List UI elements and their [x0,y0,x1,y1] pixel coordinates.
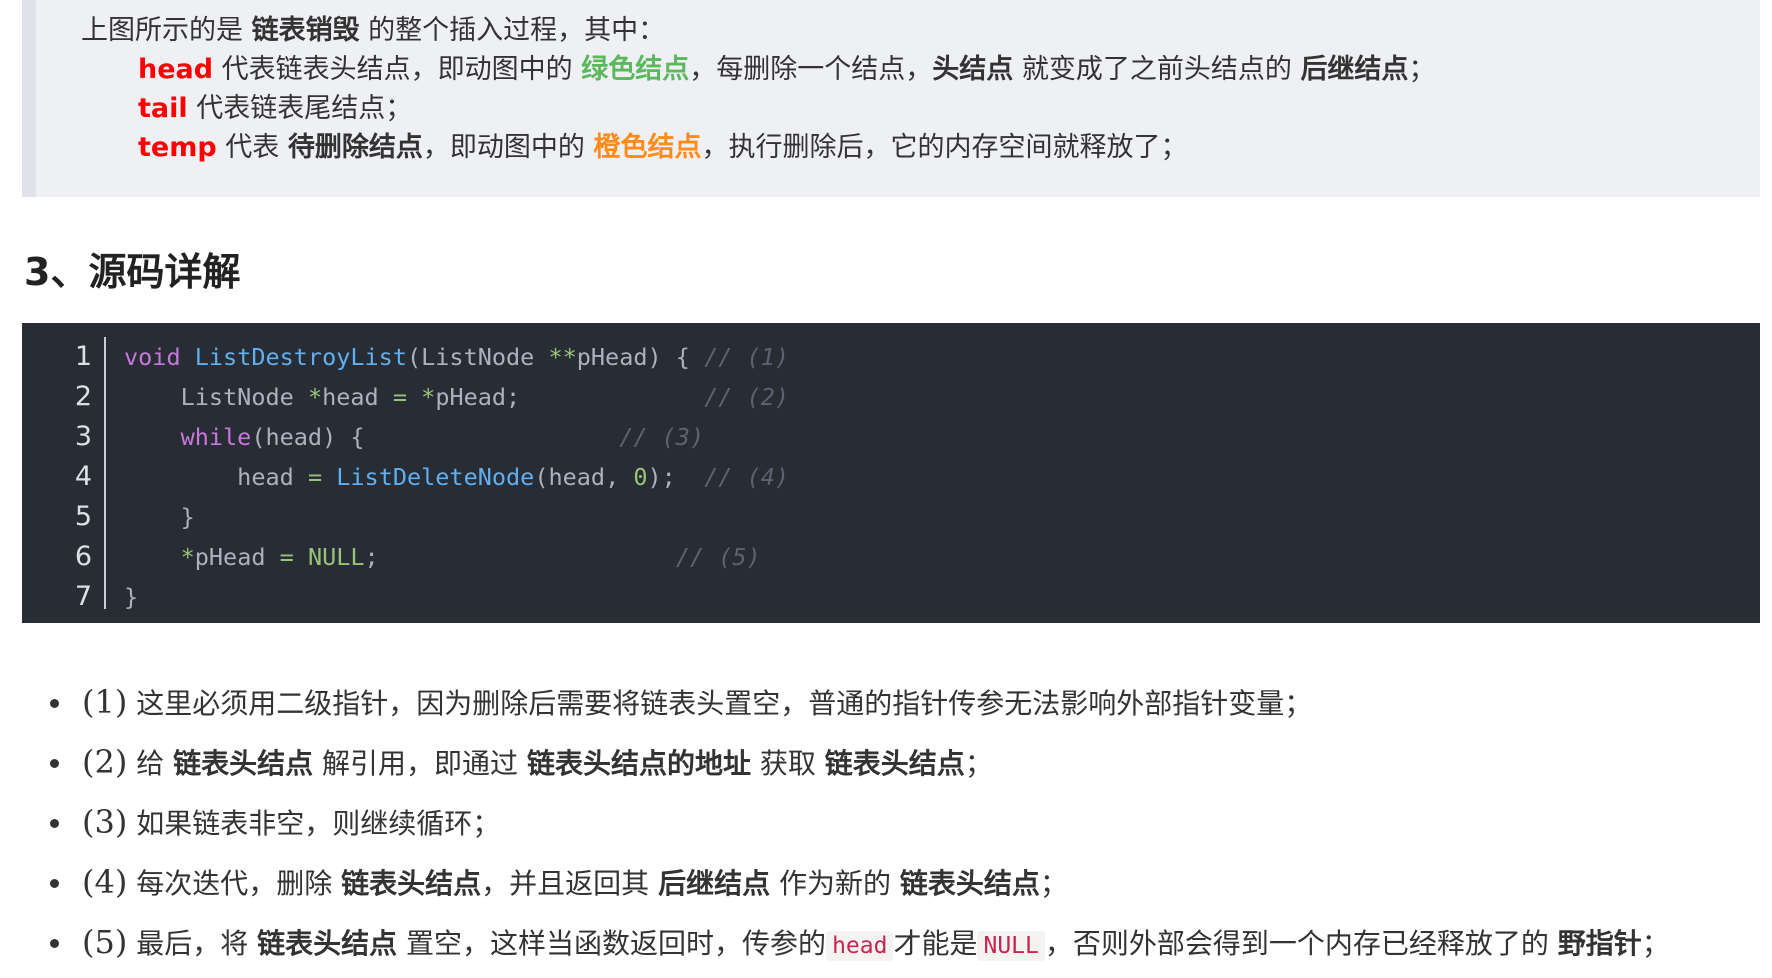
code-line: ListNode *head = *pHead; // (2) [124,383,790,411]
line-number: 2 [74,381,92,412]
code-line: head = ListDeleteNode(head, 0); // (4) [124,463,790,491]
inline-code: NULL [977,931,1045,961]
line-number: 1 [74,341,92,372]
blockquote: 上图所示的是 链表销毁 的整个插入过程，其中： head 代表链表头结点，即动图… [22,0,1760,197]
line-number: 7 [74,581,92,612]
code-block[interactable]: 1 2 3 4 5 6 7 void ListDestroyList(ListN… [22,323,1760,623]
inline-code: head [826,931,894,961]
code-line: } [124,583,139,611]
bullet-dot-icon [50,759,59,768]
line-number: 3 [74,421,92,452]
code-line: } [124,503,195,531]
bullet-dot-icon [50,939,59,948]
code-line: void ListDestroyList(ListNode **pHead) {… [124,343,789,371]
bullet-dot-icon [50,699,59,708]
quote-line-1: 上图所示的是 链表销毁 的整个插入过程，其中： [81,15,666,46]
article-page: 上图所示的是 链表销毁 的整个插入过程，其中： head 代表链表头结点，即动图… [0,0,1772,978]
line-number: 4 [74,461,92,492]
line-number-gutter: 1 2 3 4 5 6 7 [22,337,106,612]
line-number: 6 [74,541,92,572]
bullet-dot-icon [50,879,59,888]
quote-line-2: head 代表链表头结点，即动图中的 绿色结点，每删除一个结点，头结点 就变成了… [138,54,1436,85]
quote-line-3: tail 代表链表尾结点； [138,93,413,124]
bullet-dot-icon [50,819,59,828]
quote-line-4: temp 代表 待删除结点，即动图中的 橙色结点，执行删除后，它的内存空间就释放… [138,132,1188,163]
code-line: while(head) { // (3) [180,423,705,451]
code-line: *pHead = NULL; // (5) [180,543,761,571]
section-heading: 3、源码详解 [24,250,241,294]
line-number: 5 [74,501,92,532]
